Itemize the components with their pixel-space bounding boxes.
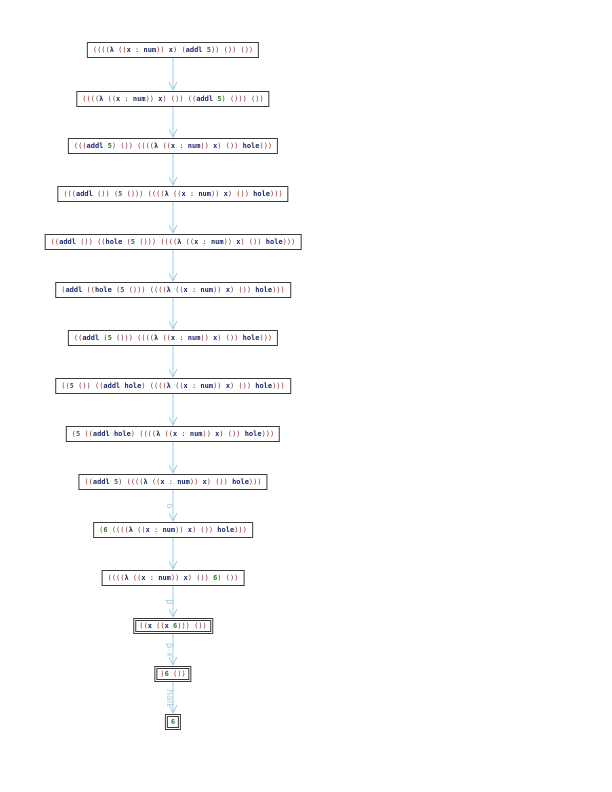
- reduction-edge: [168, 394, 178, 427]
- reduction-edge: [168, 202, 178, 235]
- term-node: (addl ((hole (5 ())) ((((λ ((x : num)) x…: [55, 282, 291, 298]
- term-node: ((x ((x 6))) ()): [133, 618, 213, 634]
- edge-label: halt: [164, 689, 174, 707]
- edge-label: β-x: [164, 643, 174, 658]
- edges-layer: δ β β-x halt: [164, 58, 178, 715]
- edge-label: β: [164, 599, 174, 605]
- term-node: (5 ((addl hole) ((((λ ((x : num)) x) ())…: [65, 426, 281, 442]
- term-node: (((addl 5) ()) ((((λ ((x : num)) x) ()) …: [67, 138, 279, 154]
- term-node: ((5 ()) ((addl hole) ((((λ ((x : num)) x…: [55, 378, 291, 394]
- term-node: (6 ((((λ ((x : num)) x) ()) hole))): [93, 522, 253, 538]
- term-node: ((addl (5 ())) ((((λ ((x : num)) x) ()) …: [67, 330, 279, 346]
- term-node: ((((λ ((x : num)) x) (addl 5)) ()) ()): [86, 42, 260, 58]
- reduction-edge: β-x: [164, 634, 178, 667]
- edge-label: δ: [164, 503, 174, 509]
- term-node: ((((λ ((x : num)) x) ()) 6) ()): [101, 570, 245, 586]
- reduction-edge: [168, 154, 178, 187]
- reduction-edge: [168, 538, 178, 571]
- reduction-edge: [168, 298, 178, 331]
- reduction-edge: [168, 346, 178, 379]
- reduction-edge: [168, 107, 178, 139]
- reduction-edge: δ: [164, 490, 178, 523]
- reduction-edge: [168, 442, 178, 475]
- term-node: (((addl ()) (5 ())) ((((λ ((x : num)) x)…: [57, 186, 289, 202]
- reduction-edge: [168, 58, 178, 92]
- reduction-graph: δ β β-x halt ((((λ ((x : num)) x) (addl 5))…: [0, 0, 612, 792]
- reduction-edge: [168, 250, 178, 283]
- term-node: (6 ()): [154, 666, 192, 682]
- reduction-edge: halt: [164, 682, 178, 715]
- term-node: ((addl ()) ((hole (5 ())) ((((λ ((x : nu…: [44, 234, 302, 250]
- term-node: ((addl 5) ((((λ ((x : num)) x) ()) hole)…: [78, 474, 268, 490]
- term-node: ((((λ ((x : num)) x) ()) ((addl 5) ())) …: [76, 91, 270, 107]
- reduction-edge: β: [164, 586, 178, 619]
- term-node: 6: [164, 714, 182, 730]
